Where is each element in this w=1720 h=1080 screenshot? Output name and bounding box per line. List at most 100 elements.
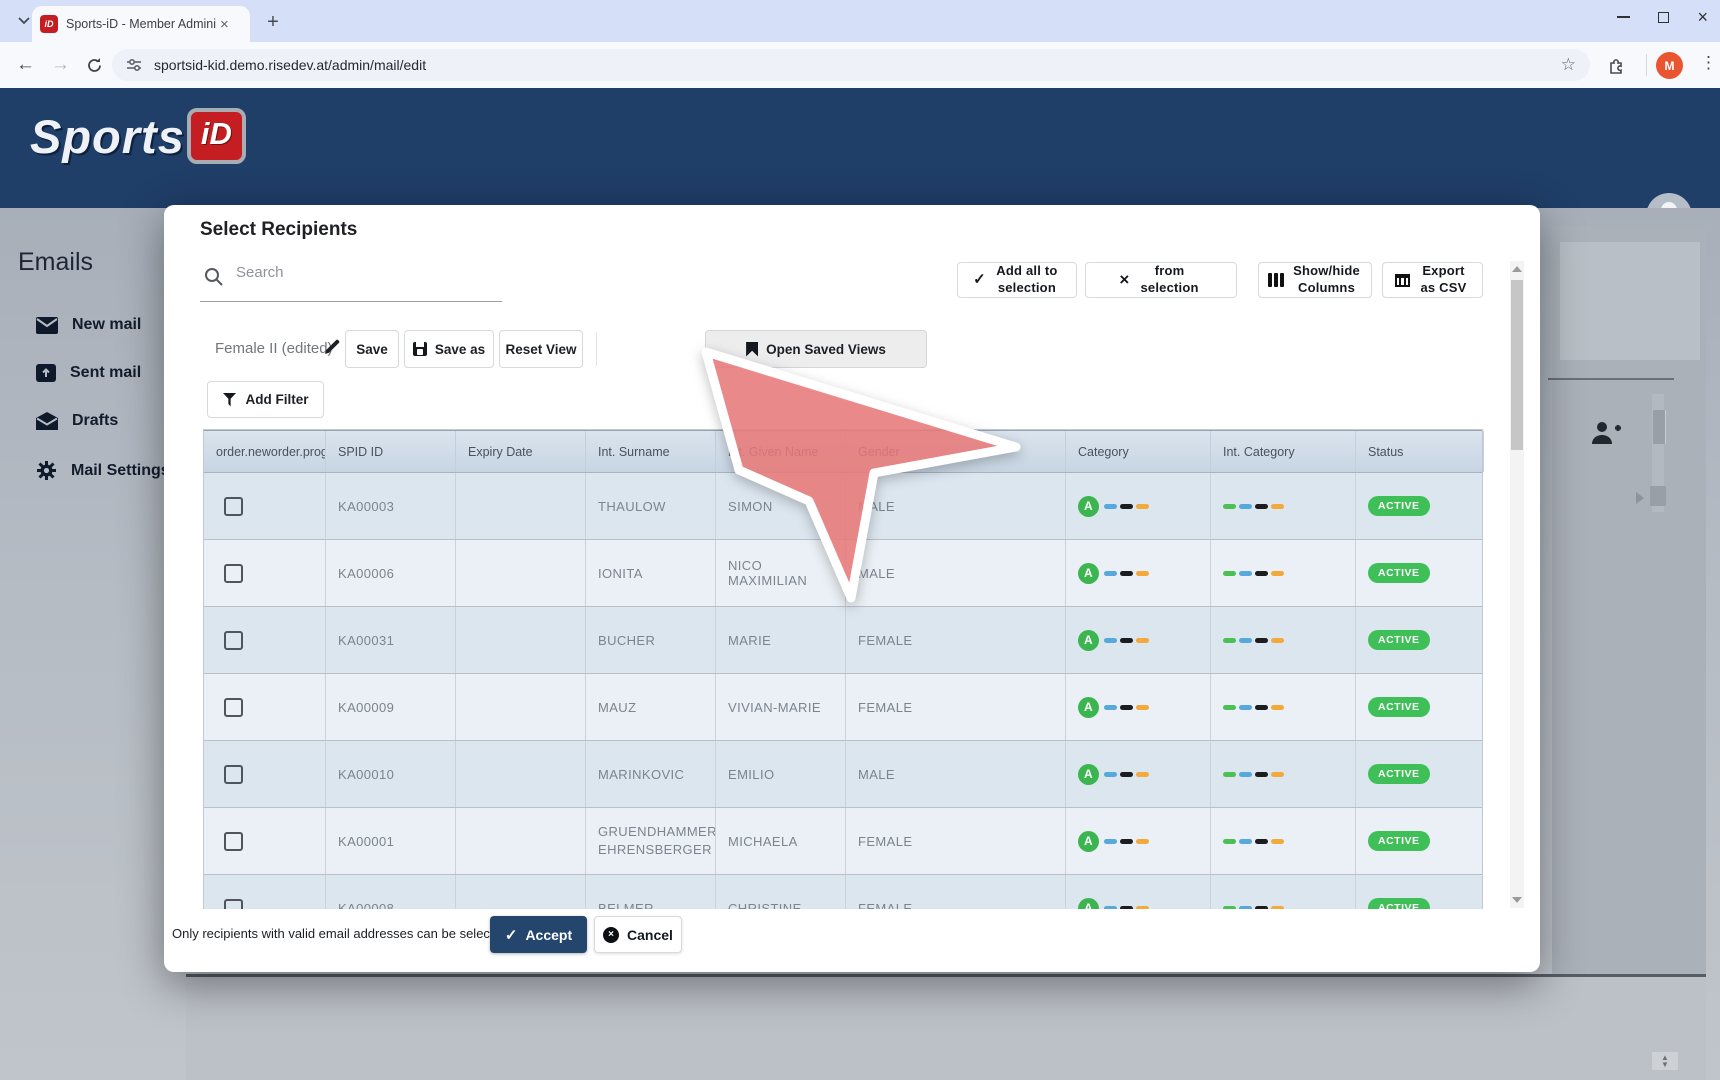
table-row[interactable]: KA00008 BELMER CHRISTINE FEMALE A ACTIVE	[204, 875, 1482, 909]
envelope-icon	[36, 317, 58, 334]
button-label: Add all to selection	[993, 263, 1061, 297]
button-label: Accept	[525, 927, 572, 943]
open-saved-views-button[interactable]: Open Saved Views	[705, 330, 927, 368]
cell-int-category	[1211, 473, 1356, 539]
status-badge: ACTIVE	[1368, 764, 1430, 784]
save-view-as-button[interactable]: Save as	[404, 330, 494, 368]
table-row[interactable]: KA00031 BUCHER MARIE FEMALE A ACTIVE	[204, 607, 1482, 674]
window-restore-icon[interactable]	[1658, 12, 1669, 23]
row-checkbox[interactable]	[224, 698, 243, 717]
cell-status: ACTIVE	[1356, 875, 1482, 909]
edit-view-icon[interactable]	[324, 339, 340, 355]
table-row[interactable]: KA00010 MARINKOVIC EMILIO MALE A ACTIVE	[204, 741, 1482, 808]
row-checkbox[interactable]	[224, 832, 243, 851]
reset-view-button[interactable]: Reset View	[499, 330, 583, 368]
sidebar-item-drafts[interactable]: Drafts	[36, 412, 118, 430]
footer-note: Only recipients with valid email address…	[172, 916, 508, 952]
url-bar[interactable]: sportsid-kid.demo.risedev.at/admin/mail/…	[112, 49, 1590, 81]
col-header-status[interactable]: Status	[1356, 431, 1484, 472]
col-header-gender[interactable]: Gender	[846, 431, 1066, 472]
table-row[interactable]: KA00006 IONITA NICO MAXIMILIAN MALE A AC…	[204, 540, 1482, 607]
app-logo[interactable]: Sports iD	[30, 108, 246, 164]
scroll-up-icon[interactable]	[1512, 266, 1522, 272]
cell-spid: KA00031	[326, 607, 456, 673]
show-hide-columns-button[interactable]: Show/hide Columns	[1258, 262, 1372, 298]
table-row[interactable]: KA00003 THAULOW SIMON MALE A ACTIVE	[204, 473, 1482, 540]
cell-given: CHRISTINE	[716, 875, 846, 909]
new-tab-button[interactable]: +	[260, 9, 286, 35]
button-label: Reset View	[505, 342, 576, 357]
cell-category: A	[1066, 674, 1211, 740]
col-header-category[interactable]: Category	[1066, 431, 1211, 472]
category-badge: A	[1078, 831, 1099, 852]
url-text[interactable]: sportsid-kid.demo.risedev.at/admin/mail/…	[154, 57, 1561, 73]
cell-surname: IONITA	[586, 540, 716, 606]
cell-surname: BELMER	[586, 875, 716, 909]
site-info-icon[interactable]	[126, 58, 142, 72]
category-badge: A	[1078, 630, 1099, 651]
col-header-expiry[interactable]: Expiry Date	[456, 431, 586, 472]
remove-from-selection-button[interactable]: × from selection	[1085, 262, 1237, 298]
row-checkbox[interactable]	[224, 564, 243, 583]
browser-menu-icon[interactable]: ⋮	[1700, 53, 1717, 73]
col-header-given-name[interactable]: Int. Given Name	[716, 431, 846, 472]
cell-status: ACTIVE	[1356, 473, 1482, 539]
cell-surname: BUCHER	[586, 607, 716, 673]
save-view-button[interactable]: Save	[345, 330, 399, 368]
col-header-spid[interactable]: SPID ID	[326, 431, 456, 472]
accept-button[interactable]: ✓ Accept	[490, 916, 587, 953]
cell-expiry	[456, 540, 586, 606]
cell-given: MARIE	[716, 607, 846, 673]
scrollbar-thumb[interactable]	[1511, 280, 1523, 450]
export-csv-button[interactable]: Export as CSV	[1382, 262, 1483, 298]
back-icon[interactable]: ←	[16, 54, 35, 76]
row-checkbox[interactable]	[224, 497, 243, 516]
circle-x-icon: ×	[603, 927, 619, 943]
reload-icon[interactable]	[86, 57, 103, 74]
cell-expiry	[456, 674, 586, 740]
cell-int-category	[1211, 674, 1356, 740]
sidebar-item-new-mail[interactable]: New mail	[36, 316, 141, 334]
search-icon	[204, 267, 223, 286]
tab-close-icon[interactable]: ×	[220, 17, 229, 32]
cell-given: MICHAELA	[716, 808, 846, 874]
sidebar-item-label: Drafts	[72, 412, 118, 430]
cell-given: NICO MAXIMILIAN	[716, 540, 846, 606]
cell-gender: FEMALE	[846, 875, 1066, 909]
row-checkbox[interactable]	[224, 765, 243, 784]
profile-avatar[interactable]: M	[1656, 52, 1683, 79]
select-recipients-dialog: Select Recipients ✓ Add all to selection…	[164, 205, 1540, 972]
current-view-name: Female II (edited)	[215, 330, 333, 368]
cell-expiry	[456, 875, 586, 909]
scroll-down-icon[interactable]	[1512, 897, 1522, 903]
col-header-surname[interactable]: Int. Surname	[586, 431, 716, 472]
browser-tab[interactable]: iD Sports-iD - Member Administra ×	[32, 6, 250, 42]
row-checkbox[interactable]	[224, 899, 243, 910]
add-all-to-selection-button[interactable]: ✓ Add all to selection	[957, 262, 1077, 298]
favicon-icon: iD	[40, 15, 58, 33]
extensions-icon[interactable]	[1608, 56, 1626, 74]
col-header-progress[interactable]: order.neworder.progress.s	[204, 431, 326, 472]
status-badge: ACTIVE	[1368, 898, 1430, 909]
sidebar-item-sent-mail[interactable]: Sent mail	[36, 364, 141, 382]
table-row[interactable]: KA00001 GRUENDHAMMER-EHRENSBERGER MICHAE…	[204, 808, 1482, 875]
cancel-button[interactable]: × Cancel	[594, 916, 682, 953]
x-icon: ×	[1119, 269, 1129, 291]
bookmark-star-icon[interactable]: ☆	[1561, 55, 1576, 75]
table-grid-icon	[1395, 274, 1410, 287]
table-row[interactable]: KA00009 MAUZ VIVIAN-MARIE FEMALE A ACTIV…	[204, 674, 1482, 741]
sidebar-item-mail-settings[interactable]: Mail Settings	[36, 460, 170, 481]
window-close-icon[interactable]: ×	[1697, 8, 1708, 26]
dialog-scrollbar[interactable]	[1510, 261, 1524, 908]
button-label: Open Saved Views	[766, 342, 886, 357]
status-badge: ACTIVE	[1368, 630, 1430, 650]
cell-gender: MALE	[846, 473, 1066, 539]
cell-expiry	[456, 741, 586, 807]
button-label: Export as CSV	[1417, 263, 1471, 297]
table-header-row: order.neworder.progress.s SPID ID Expiry…	[204, 430, 1482, 473]
row-checkbox[interactable]	[224, 631, 243, 650]
add-filter-button[interactable]: Add Filter	[207, 381, 324, 418]
search-input[interactable]	[234, 263, 484, 282]
window-minimize-icon[interactable]	[1617, 16, 1630, 18]
col-header-int-category[interactable]: Int. Category	[1211, 431, 1356, 472]
